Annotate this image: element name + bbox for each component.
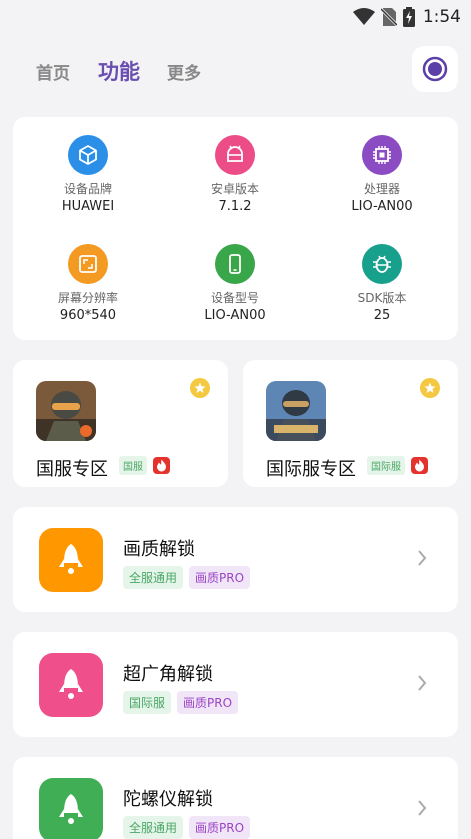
wifi-icon [352, 8, 375, 25]
status-bar: 1:54 [0, 0, 471, 34]
info-value: HUAWEI [61, 199, 115, 214]
unlock-card-quality[interactable]: 画质解锁 全服通用 画质PRO [13, 507, 458, 612]
server-tags: 国服 [119, 456, 170, 475]
info-value: LIO-AN00 [204, 308, 266, 323]
unlock-tags: 国际服 画质PRO [123, 691, 239, 714]
star-badge-icon [190, 378, 210, 398]
star-badge-icon [420, 378, 440, 398]
rocket-icon [39, 653, 103, 717]
server-title: 国际服专区 [266, 459, 356, 480]
info-value: 960*540 [59, 308, 117, 323]
unlock-title: 超广角解锁 [123, 664, 213, 685]
rocket-icon [39, 528, 103, 592]
info-value: 7.1.2 [218, 199, 252, 214]
unlock-tag: 国际服 [123, 691, 172, 714]
fire-icon [411, 457, 428, 474]
server-card-global[interactable]: 国际服专区 国际服 [243, 360, 458, 487]
chevron-right-icon [418, 800, 427, 816]
no-sim-icon [380, 7, 397, 27]
game-thumbnail-global [266, 381, 326, 441]
cube-icon [68, 135, 108, 175]
info-screen-resolution: 屏幕分辨率 960*540 [28, 244, 148, 323]
info-label: SDK版本 [357, 291, 407, 305]
unlock-card-wide-angle[interactable]: 超广角解锁 国际服 画质PRO [13, 632, 458, 737]
unlock-tag: 画质PRO [189, 816, 251, 839]
info-sdk-version: SDK版本 25 [322, 244, 442, 323]
chevron-right-icon [418, 675, 427, 691]
tab-features[interactable]: 功能 [98, 56, 140, 86]
info-value: LIO-AN00 [351, 199, 413, 214]
screen-icon [68, 244, 108, 284]
device-info-card: 设备品牌 HUAWEI 安卓版本 7.1.2 处理器 LIO-AN00 屏幕分辨… [13, 117, 458, 340]
unlock-tag: 全服通用 [123, 566, 184, 589]
server-tag: 国际服 [367, 456, 405, 475]
unlock-tag: 画质PRO [189, 566, 251, 589]
phone-icon [215, 244, 255, 284]
unlock-card-gyroscope[interactable]: 陀螺仪解锁 全服通用 画质PRO [13, 757, 458, 839]
bug-icon [362, 244, 402, 284]
record-button[interactable] [412, 46, 458, 92]
server-tags: 国际服 [367, 456, 428, 475]
fire-icon [153, 457, 170, 474]
status-icons: 1:54 [352, 4, 461, 30]
unlock-title: 陀螺仪解锁 [123, 789, 213, 810]
status-time: 1:54 [422, 7, 461, 27]
info-label: 设备型号 [210, 291, 259, 305]
chevron-right-icon [418, 550, 427, 566]
game-thumbnail-cn [36, 381, 96, 441]
info-label: 屏幕分辨率 [57, 291, 118, 305]
server-title: 国服专区 [36, 459, 108, 480]
tab-home[interactable]: 首页 [36, 59, 70, 84]
info-label: 设备品牌 [63, 182, 112, 196]
info-processor: 处理器 LIO-AN00 [322, 135, 442, 214]
rocket-icon [39, 778, 103, 839]
unlock-tags: 全服通用 画质PRO [123, 566, 251, 589]
chip-icon [362, 135, 402, 175]
server-card-cn[interactable]: 国服专区 国服 [13, 360, 228, 487]
unlock-tag: 画质PRO [177, 691, 239, 714]
unlock-title: 画质解锁 [123, 539, 195, 560]
top-navigation: 首页 功能 更多 [13, 46, 458, 96]
info-label: 安卓版本 [210, 182, 259, 196]
info-android-version: 安卓版本 7.1.2 [175, 135, 295, 214]
unlock-tag: 全服通用 [123, 816, 184, 839]
tab-more[interactable]: 更多 [167, 59, 201, 84]
info-device-brand: 设备品牌 HUAWEI [28, 135, 148, 214]
battery-charging-icon [402, 7, 415, 27]
info-label: 处理器 [363, 182, 400, 196]
android-icon [215, 135, 255, 175]
record-icon [422, 56, 448, 82]
server-tag: 国服 [119, 456, 147, 475]
info-device-model: 设备型号 LIO-AN00 [175, 244, 295, 323]
info-value: 25 [373, 308, 391, 323]
unlock-tags: 全服通用 画质PRO [123, 816, 251, 839]
